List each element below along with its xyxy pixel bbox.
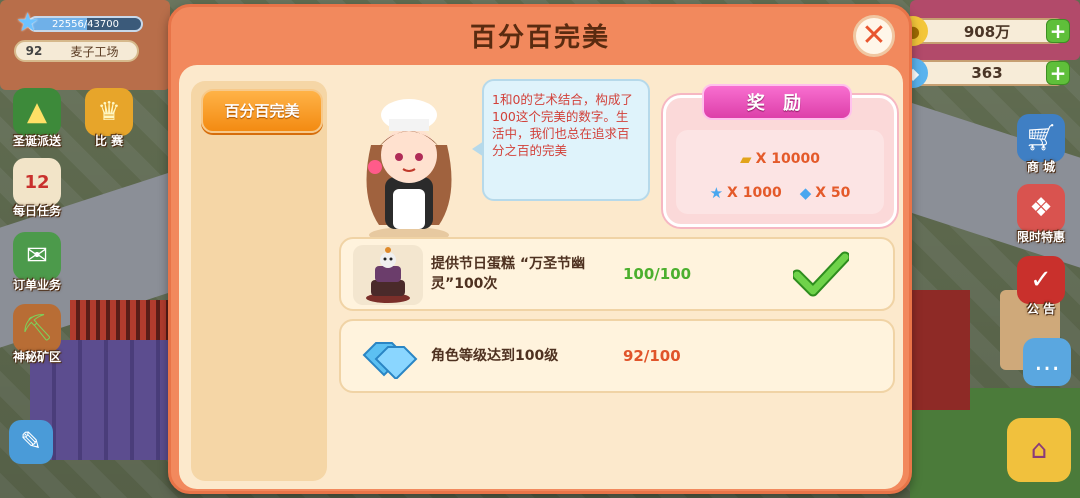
shop-icon: ⌂ (1007, 418, 1071, 482)
reward-stars: ★ X 1000 (710, 184, 782, 202)
tab-perfect[interactable]: 百分百完美 (201, 89, 323, 133)
side-menu-label: 比 赛 (94, 134, 124, 148)
speech-bubble: 1和0的艺术结合，构成了100这个完美的数字。生活中，我们也总在追求百分之百的完… (472, 79, 650, 201)
task-description: 角色等级达到100级 (431, 348, 559, 364)
gold-counter: ● 908万 + (898, 16, 1070, 46)
add-gem-button[interactable]: + (1046, 61, 1070, 85)
delivery-icon: ✉ (13, 232, 61, 280)
side-menu-mine[interactable]: ⛏ 神秘矿区 (2, 304, 72, 365)
close-button[interactable]: ✕ (853, 15, 895, 57)
diamond-icon (353, 327, 423, 387)
side-menu-notification[interactable]: ✎ (6, 420, 56, 464)
close-icon: ✕ (861, 18, 887, 53)
star-icon: ★ (16, 8, 40, 38)
star-icon: ★ (709, 184, 724, 202)
level-pill: 92 麦子工场 (14, 40, 139, 62)
gem-icon: ◆ (799, 184, 812, 202)
side-menu-orders[interactable]: ✉ 订单业务 (2, 232, 72, 293)
achievement-dialog: 百分百完美 ✕ 百分百完美 1和0的艺术结合，构成了100这个完美的数字。生活中… (168, 4, 912, 494)
reward-gold: ▰ X 10000 (740, 150, 820, 168)
chef-character-icon (366, 99, 452, 243)
side-menu-label: 商 城 (1026, 160, 1056, 174)
gift-icon: ❖ (1017, 184, 1065, 232)
checkmark-icon (793, 251, 849, 297)
reward-stars-amount: X 1000 (727, 185, 782, 201)
side-menu-label: 神秘矿区 (12, 350, 61, 364)
gem-counter: ◆ 363 + (898, 58, 1070, 88)
chat-icon: … (1023, 338, 1071, 386)
reward-panel: 奖 励 ▰ X 10000 ★ X 1000 ◆ X 50 (663, 84, 897, 227)
xp-text: 22556/43700 (52, 18, 119, 30)
side-menu-chat[interactable]: … (1020, 338, 1074, 386)
task-description: 提供节日蛋糕 “万圣节幽灵”100次 (431, 256, 586, 292)
shop-name: 麦子工场 (70, 44, 119, 59)
christmas-tree-icon: ▲ (13, 88, 61, 136)
side-menu-notice[interactable]: ✓ 公 告 (1006, 256, 1076, 317)
side-menu-label: 公 告 (1026, 302, 1056, 316)
xp-bar: 22556/43700 (28, 16, 143, 32)
level-number: 92 (25, 44, 43, 58)
gold-stack-icon: ▰ (740, 150, 752, 168)
dialog-body: 百分百完美 1和0的艺术结合，构成了100这个完美的数字。生活中，我们也总在追求… (179, 65, 903, 489)
task-progress: 100/100 (623, 265, 692, 283)
side-menu-label: 订单业务 (12, 278, 61, 292)
reward-gems: ◆ X 50 (800, 184, 851, 202)
reward-ribbon: 奖 励 (702, 84, 852, 120)
side-menu-limited-offer[interactable]: ❖ 限时特惠 (1006, 184, 1076, 245)
calendar-icon: 12 (13, 158, 61, 206)
tab-column: 百分百完美 (191, 81, 327, 481)
side-menu-store[interactable]: 🛒︎ 商 城 (1006, 114, 1076, 175)
side-menu-contest[interactable]: ♛ 比 赛 (74, 88, 144, 149)
task-progress: 92/100 (623, 347, 681, 365)
notice-board-icon: ✓ (1017, 256, 1065, 304)
reward-row-items: ★ X 1000 ◆ X 50 (666, 184, 894, 202)
dialog-title: 百分百完美 (469, 23, 610, 53)
player-hud[interactable]: 22556/43700 ★ 92 麦子工场 (6, 6, 146, 62)
task-row: 角色等级达到100级 92/100 (339, 319, 895, 393)
gem-value: 363 (971, 64, 1003, 82)
side-menu-label: 每日任务 (12, 204, 61, 218)
side-menu-shop[interactable]: ⌂ (1004, 418, 1074, 482)
gold-value: 908万 (963, 22, 1011, 41)
reward-gems-amount: X 50 (815, 185, 851, 201)
mine-icon: ⛏ (13, 304, 61, 352)
cart-icon: 🛒︎ (1017, 114, 1065, 162)
task-row: 提供节日蛋糕 “万圣节幽灵”100次 100/100 (339, 237, 895, 311)
bell-icon: ✎ (9, 420, 53, 464)
side-menu-christmas[interactable]: ▲ 圣诞派送 (2, 88, 72, 149)
side-menu-daily-tasks[interactable]: 12 每日任务 (2, 158, 72, 219)
reward-row-gold: ▰ X 10000 (666, 150, 894, 168)
side-menu-label: 圣诞派送 (12, 134, 61, 148)
trophy-icon: ♛ (85, 88, 133, 136)
red-carpet (910, 290, 970, 410)
reward-gold-amount: X 10000 (755, 151, 820, 167)
side-menu-label: 限时特惠 (1016, 230, 1065, 244)
add-gold-button[interactable]: + (1046, 19, 1070, 43)
halloween-cake-icon (353, 245, 423, 305)
